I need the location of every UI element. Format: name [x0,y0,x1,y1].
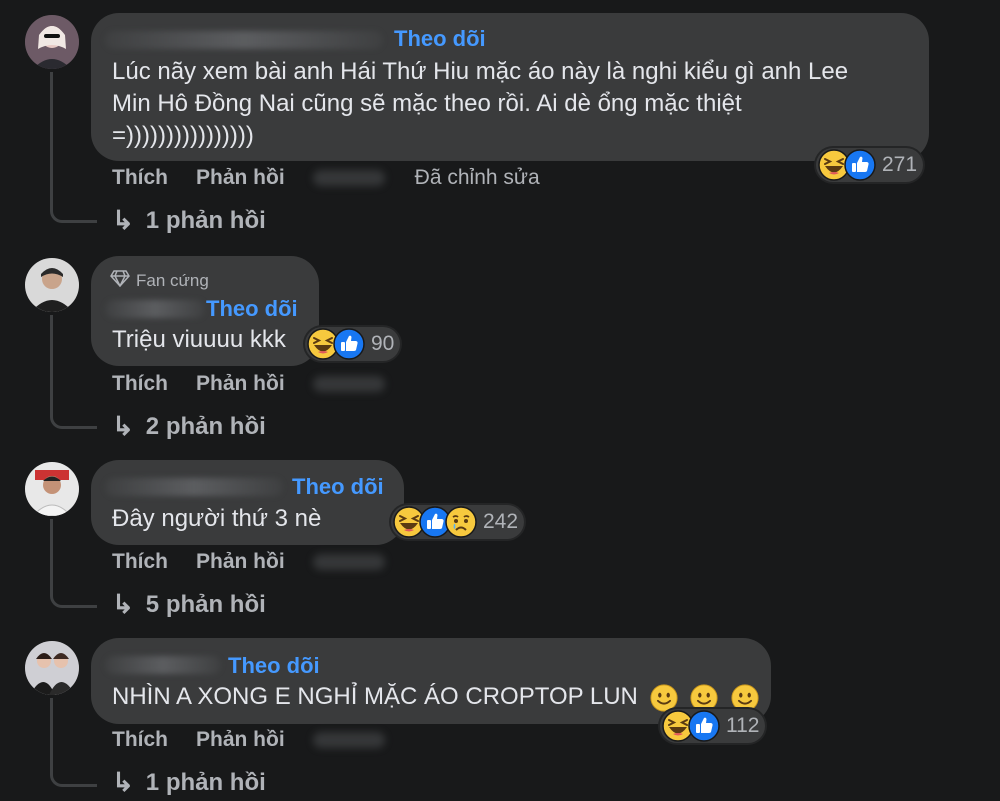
author-name[interactable] [105,31,383,49]
edited-label: Đã chỉnh sửa [414,166,540,189]
comment-actions: Thích Phản hồi [112,550,415,574]
reply-arrow-icon: ↳ [112,205,134,235]
follow-button[interactable]: Theo dõi [228,653,320,679]
thread-line [50,72,97,223]
comment-text-line: Min Hô Đồng Nai cũng sẽ mặc theo rồi. Ai… [112,90,742,117]
timestamp[interactable] [312,376,385,392]
comment-bubble: Theo dõi Lúc nãy xem bài anh Hái Thứ Hiu… [91,13,929,161]
replies-count: 5 phản hồi [145,590,266,618]
view-replies-button[interactable]: ↳ 2 phản hồi [112,411,266,442]
timestamp[interactable] [312,170,385,186]
badge-label: Fan cứng [136,270,209,290]
avatar[interactable] [25,15,79,69]
reaction-summary[interactable]: 90 [305,327,401,361]
comment-actions: Thích Phản hồi [112,372,415,396]
comment-text-line: Lúc nãy xem bài anh Hái Thứ Hiu mặc áo n… [112,58,849,85]
like-button[interactable]: Thích [112,728,168,752]
author-name[interactable] [105,478,283,496]
comment-text: Đây người thứ 3 nè [112,505,322,532]
thread-line [50,315,97,429]
like-button[interactable]: Thích [112,550,168,574]
comment-text: NHÌN A XONG E NGHỈ MẶC ÁO CROPTOP LUN [112,681,760,713]
comment-text-line: =)))))))))))))))) [112,122,254,149]
replies-count: 2 phản hồi [145,412,266,440]
reaction-count: 90 [371,332,395,355]
reaction-count: 271 [882,153,918,176]
like-button[interactable]: Thích [112,372,168,396]
view-replies-button[interactable]: ↳ 1 phản hồi [112,767,266,798]
reply-arrow-icon: ↳ [112,411,134,441]
comment-actions: Thích Phản hồi Đã chỉnh sửa [112,166,540,190]
follow-button[interactable]: Theo dõi [206,296,298,322]
timestamp[interactable] [312,554,385,570]
like-reaction-icon [688,710,720,742]
thread-line [50,519,97,608]
diamond-badge-icon [110,269,130,292]
comment-actions: Thích Phản hồi [112,728,415,752]
reaction-summary[interactable]: 271 [816,148,924,182]
reply-arrow-icon: ↳ [112,767,134,797]
comment-text-content: NHÌN A XONG E NGHỈ MẶC ÁO CROPTOP LUN [112,683,638,710]
avatar[interactable] [25,641,79,695]
like-reaction-icon [333,328,365,360]
reply-button[interactable]: Phản hồi [196,166,285,190]
replies-count: 1 phản hồi [145,206,266,234]
replies-count: 1 phản hồi [145,768,266,796]
timestamp[interactable] [312,732,385,748]
fan-badge: Fan cứng [110,269,209,292]
like-reaction-icon [844,149,876,181]
reaction-count: 112 [726,714,760,737]
reply-button[interactable]: Phản hồi [196,550,285,574]
comment-text: Triệu viuuuu kkk [112,326,286,353]
comment-bubble: Fan cứng Theo dõi Triệu viuuuu kkk [91,256,319,366]
avatar[interactable] [25,462,79,516]
reply-arrow-icon: ↳ [112,589,134,619]
reply-button[interactable]: Phản hồi [196,372,285,396]
reaction-count: 242 [483,510,519,533]
avatar[interactable] [25,258,79,312]
author-name[interactable] [105,656,221,674]
reaction-summary[interactable]: 242 [391,505,525,539]
follow-button[interactable]: Theo dõi [394,26,486,52]
reaction-summary[interactable]: 112 [660,709,766,743]
sad-reaction-icon [445,506,477,538]
reply-button[interactable]: Phản hồi [196,728,285,752]
thread-line [50,698,97,787]
comment-text: Lúc nãy xem bài anh Hái Thứ Hiu mặc áo n… [112,56,912,152]
view-replies-button[interactable]: ↳ 5 phản hồi [112,589,266,620]
author-name[interactable] [105,300,205,318]
like-button[interactable]: Thích [112,166,168,190]
view-replies-button[interactable]: ↳ 1 phản hồi [112,205,266,236]
follow-button[interactable]: Theo dõi [292,474,384,500]
comment-bubble: Theo dõi Đây người thứ 3 nè [91,460,404,545]
